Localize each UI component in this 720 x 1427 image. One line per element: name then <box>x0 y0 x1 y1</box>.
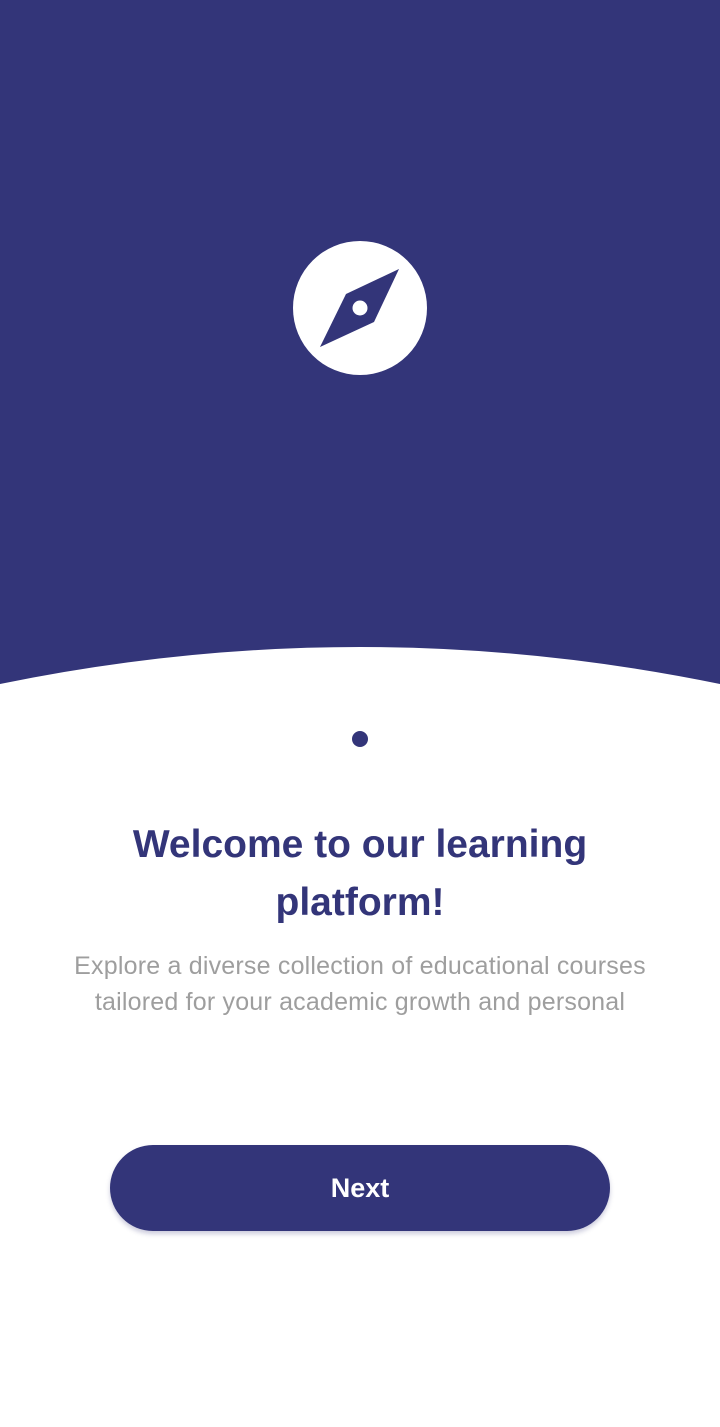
onboarding-screen: Welcome to our learning platform! Explor… <box>0 0 720 1427</box>
next-button[interactable]: Next <box>110 1145 610 1231</box>
page-indicator <box>0 731 720 747</box>
compass-icon <box>293 241 427 375</box>
hero-banner <box>0 0 720 700</box>
page-indicator-dot-active <box>352 731 368 747</box>
onboarding-subtitle: Explore a diverse collection of educatio… <box>74 952 646 1016</box>
onboarding-title: Welcome to our learning platform! <box>132 823 588 924</box>
